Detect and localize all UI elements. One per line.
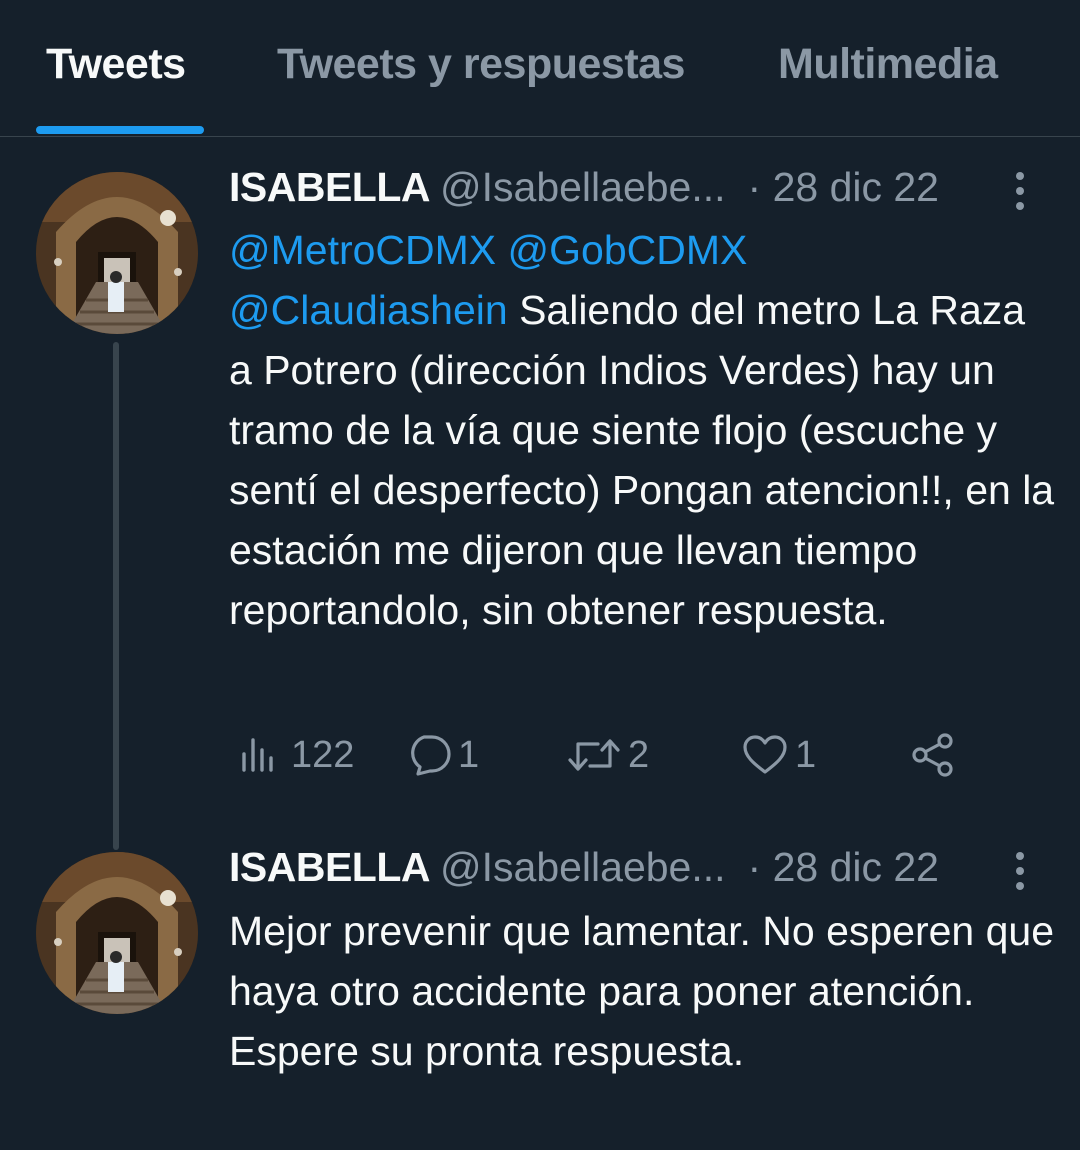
more-options-icon[interactable] [1010, 172, 1030, 222]
tweet[interactable]: ISABELLA @Isabellaebe... · 28 dic 22 Mejor… [0, 836, 1080, 1150]
tweet[interactable]: ISABELLA @Isabellaebe... · 28 dic 22 @Metr… [0, 136, 1080, 850]
like-count: 1 [795, 733, 817, 776]
retweet-count: 2 [628, 733, 650, 776]
tweet-header: ISABELLA @Isabellaebe... · 28 dic 22 [229, 844, 1080, 904]
heart-icon [743, 735, 787, 774]
tab-tweets[interactable]: Tweets [46, 40, 186, 89]
active-tab-indicator [36, 126, 204, 134]
like-button[interactable]: 1 [741, 730, 816, 780]
tweet-text-segment: Espere su pronta respuesta. [229, 1028, 745, 1074]
thread-connector [113, 342, 119, 850]
tweet-date[interactable]: · 28 dic 22 [748, 844, 939, 890]
avatar-image [36, 852, 198, 1014]
mention-link[interactable]: @GobCDMX [508, 227, 748, 273]
avatar[interactable] [36, 172, 198, 334]
profile-tabs: Tweets Tweets y respuestas Multimedia [0, 0, 1080, 137]
reply-button[interactable]: 1 [404, 730, 479, 780]
tweet-date[interactable]: · 28 dic 22 [748, 164, 939, 210]
views-count: 122 [291, 733, 355, 776]
tweet-header: ISABELLA @Isabellaebe... · 28 dic 22 [229, 164, 1080, 224]
retweet-button[interactable]: 2 [566, 730, 649, 780]
display-name[interactable]: ISABELLA [229, 844, 431, 890]
views-icon [242, 738, 273, 772]
tab-media[interactable]: Multimedia [778, 40, 998, 89]
share-icon [912, 733, 953, 777]
mention-link[interactable]: @MetroCDMX [229, 227, 496, 273]
retweet-icon [568, 739, 620, 771]
display-name[interactable]: ISABELLA [229, 164, 431, 210]
reply-count: 1 [458, 733, 480, 776]
user-handle[interactable]: @Isabellaebe... [440, 844, 726, 890]
views-button[interactable]: 122 [239, 730, 354, 780]
tweet-text: @MetroCDMX @GobCDMX @Claudiashein Salien… [229, 220, 1059, 640]
tab-tweets-and-replies[interactable]: Tweets y respuestas [277, 40, 685, 89]
avatar-image [36, 172, 198, 334]
more-options-icon[interactable] [1010, 852, 1030, 902]
mention-link[interactable]: @Claudiashein [229, 287, 508, 333]
tweet-text: Mejor prevenir que lamentar. No esperen … [229, 901, 1059, 1081]
reply-icon [411, 735, 451, 776]
tweet-text-segment: Raza a Potrero (dirección Indios Verdes)… [229, 287, 1055, 633]
user-handle[interactable]: @Isabellaebe... [440, 164, 726, 210]
share-button[interactable] [910, 730, 956, 780]
avatar[interactable] [36, 852, 198, 1014]
tweet-text-segment: Mejor prevenir que lamentar. No esperen … [229, 908, 1055, 1014]
tweet-text-segment: Saliendo del metro La [507, 287, 918, 333]
